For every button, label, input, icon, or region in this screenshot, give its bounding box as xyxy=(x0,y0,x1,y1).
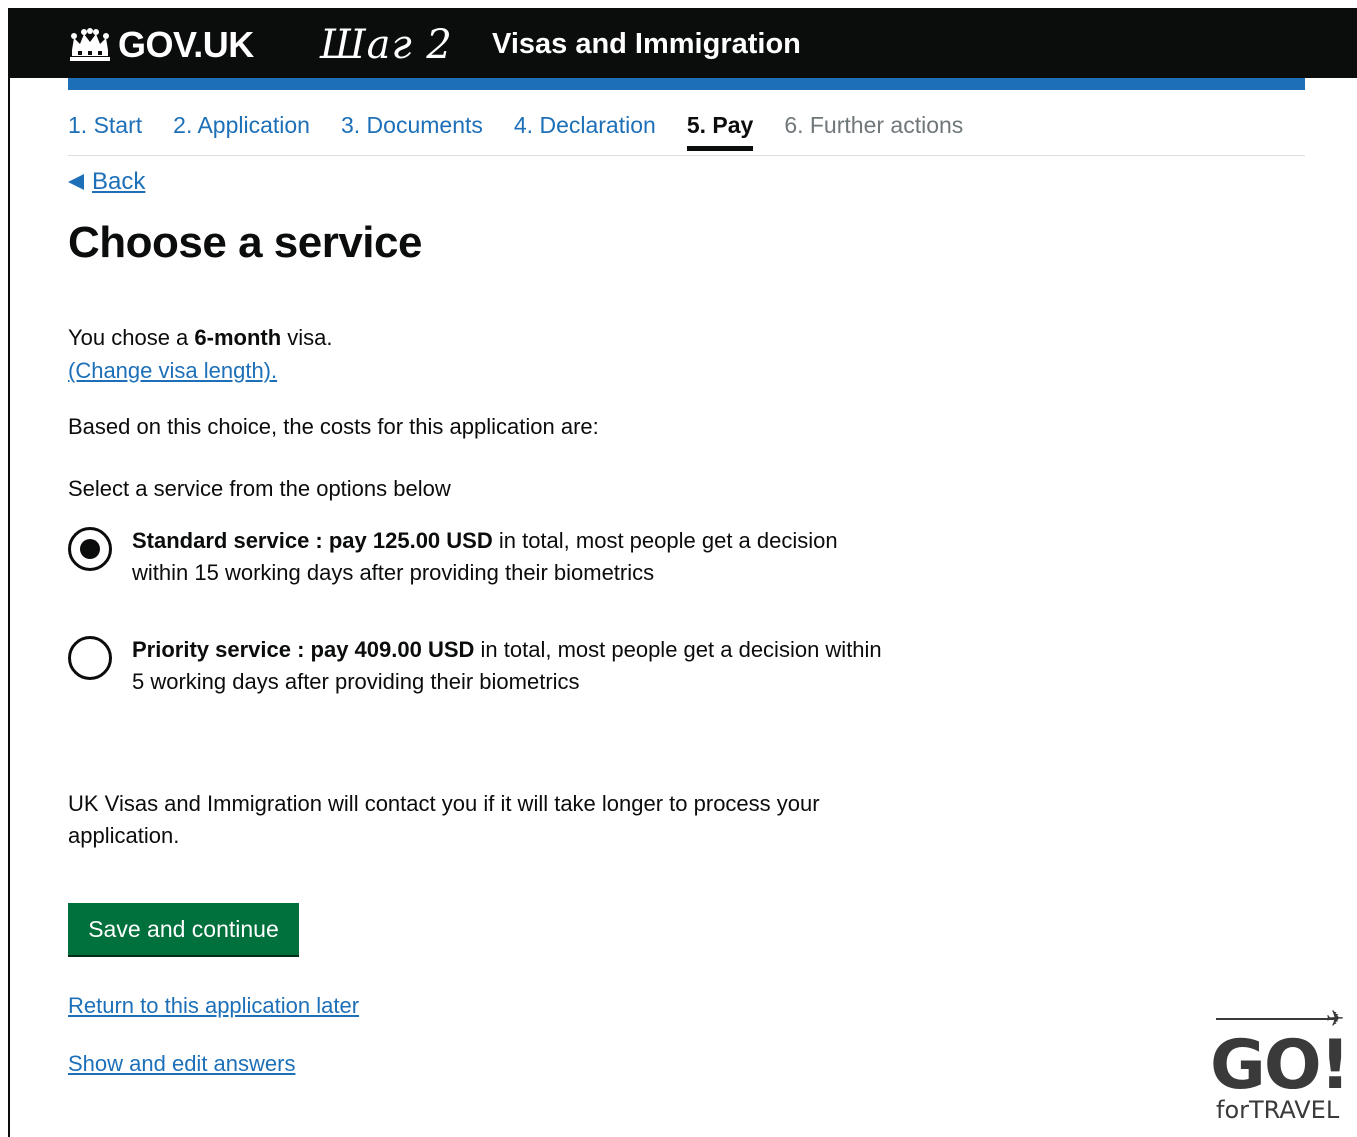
step-further-actions: 6. Further actions xyxy=(784,112,964,138)
service-name[interactable]: Visas and Immigration xyxy=(492,28,801,61)
show-edit-answers-link[interactable]: Show and edit answers xyxy=(68,1051,295,1076)
page-frame-border xyxy=(8,8,10,1137)
save-and-continue-button[interactable]: Save and continue xyxy=(68,903,299,955)
standard-service-label[interactable]: Standard service : pay 125.00 USD in tot… xyxy=(132,525,892,589)
back-link-label: Back xyxy=(92,168,146,195)
visa-choice-prefix: You chose a xyxy=(68,325,195,350)
standard-service-option[interactable]: Standard service : pay 125.00 USD in tot… xyxy=(68,527,892,589)
priority-service-price: Priority service : pay 409.00 USD xyxy=(132,637,475,662)
watermark-go-text: GO! xyxy=(1210,1026,1351,1105)
visa-choice-text: You chose a 6-month visa. xyxy=(68,322,333,354)
priority-service-radio[interactable] xyxy=(68,636,112,680)
progress-steps: 1. Start 2. Application 3. Documents 4. … xyxy=(68,112,994,151)
change-visa-length-link[interactable]: (Change visa length). xyxy=(68,358,277,383)
return-later-link[interactable]: Return to this application later xyxy=(68,993,359,1018)
step-application[interactable]: 2. Application xyxy=(173,112,310,151)
priority-service-label[interactable]: Priority service : pay 409.00 USD in tot… xyxy=(132,634,892,698)
header-blue-bar xyxy=(68,78,1305,90)
step-declaration[interactable]: 4. Declaration xyxy=(514,112,656,151)
change-visa-length-row: (Change visa length). xyxy=(68,355,277,387)
priority-service-option[interactable]: Priority service : pay 409.00 USD in tot… xyxy=(68,636,892,698)
visa-choice-suffix: visa. xyxy=(281,325,333,350)
select-prompt: Select a service from the options below xyxy=(68,476,451,501)
return-later-row: Return to this application later xyxy=(68,990,359,1022)
step-documents[interactable]: 3. Documents xyxy=(341,112,483,151)
watermark-sub-text: forTRAVEL xyxy=(1216,1096,1340,1124)
triangle-left-icon xyxy=(68,174,84,190)
step-pay: 5. Pay xyxy=(686,112,753,151)
show-edit-row: Show and edit answers xyxy=(68,1048,295,1080)
gofortravel-watermark: ✈ GO! forTRAVEL xyxy=(1210,1006,1351,1130)
page-title: Choose a service xyxy=(68,218,422,267)
costs-intro: Based on this choice, the costs for this… xyxy=(68,414,599,439)
visa-length: 6-month xyxy=(194,325,282,350)
step-annotation: Шаг 2 xyxy=(320,22,453,68)
watermark-flight-line xyxy=(1216,1018,1336,1020)
standard-service-price: Standard service : pay 125.00 USD xyxy=(132,528,493,553)
step-start[interactable]: 1. Start xyxy=(68,112,142,151)
contact-note: UK Visas and Immigration will contact yo… xyxy=(68,791,820,848)
govuk-logo-text: GOV.UK xyxy=(118,24,254,65)
standard-service-radio[interactable] xyxy=(68,527,112,571)
govuk-header: GOV.UK Шаг 2 Visas and Immigration xyxy=(8,8,1357,78)
govuk-logo[interactable]: GOV.UK xyxy=(68,24,254,66)
back-link[interactable]: Back xyxy=(68,168,145,196)
crown-icon xyxy=(70,28,110,61)
steps-divider xyxy=(68,155,1305,156)
